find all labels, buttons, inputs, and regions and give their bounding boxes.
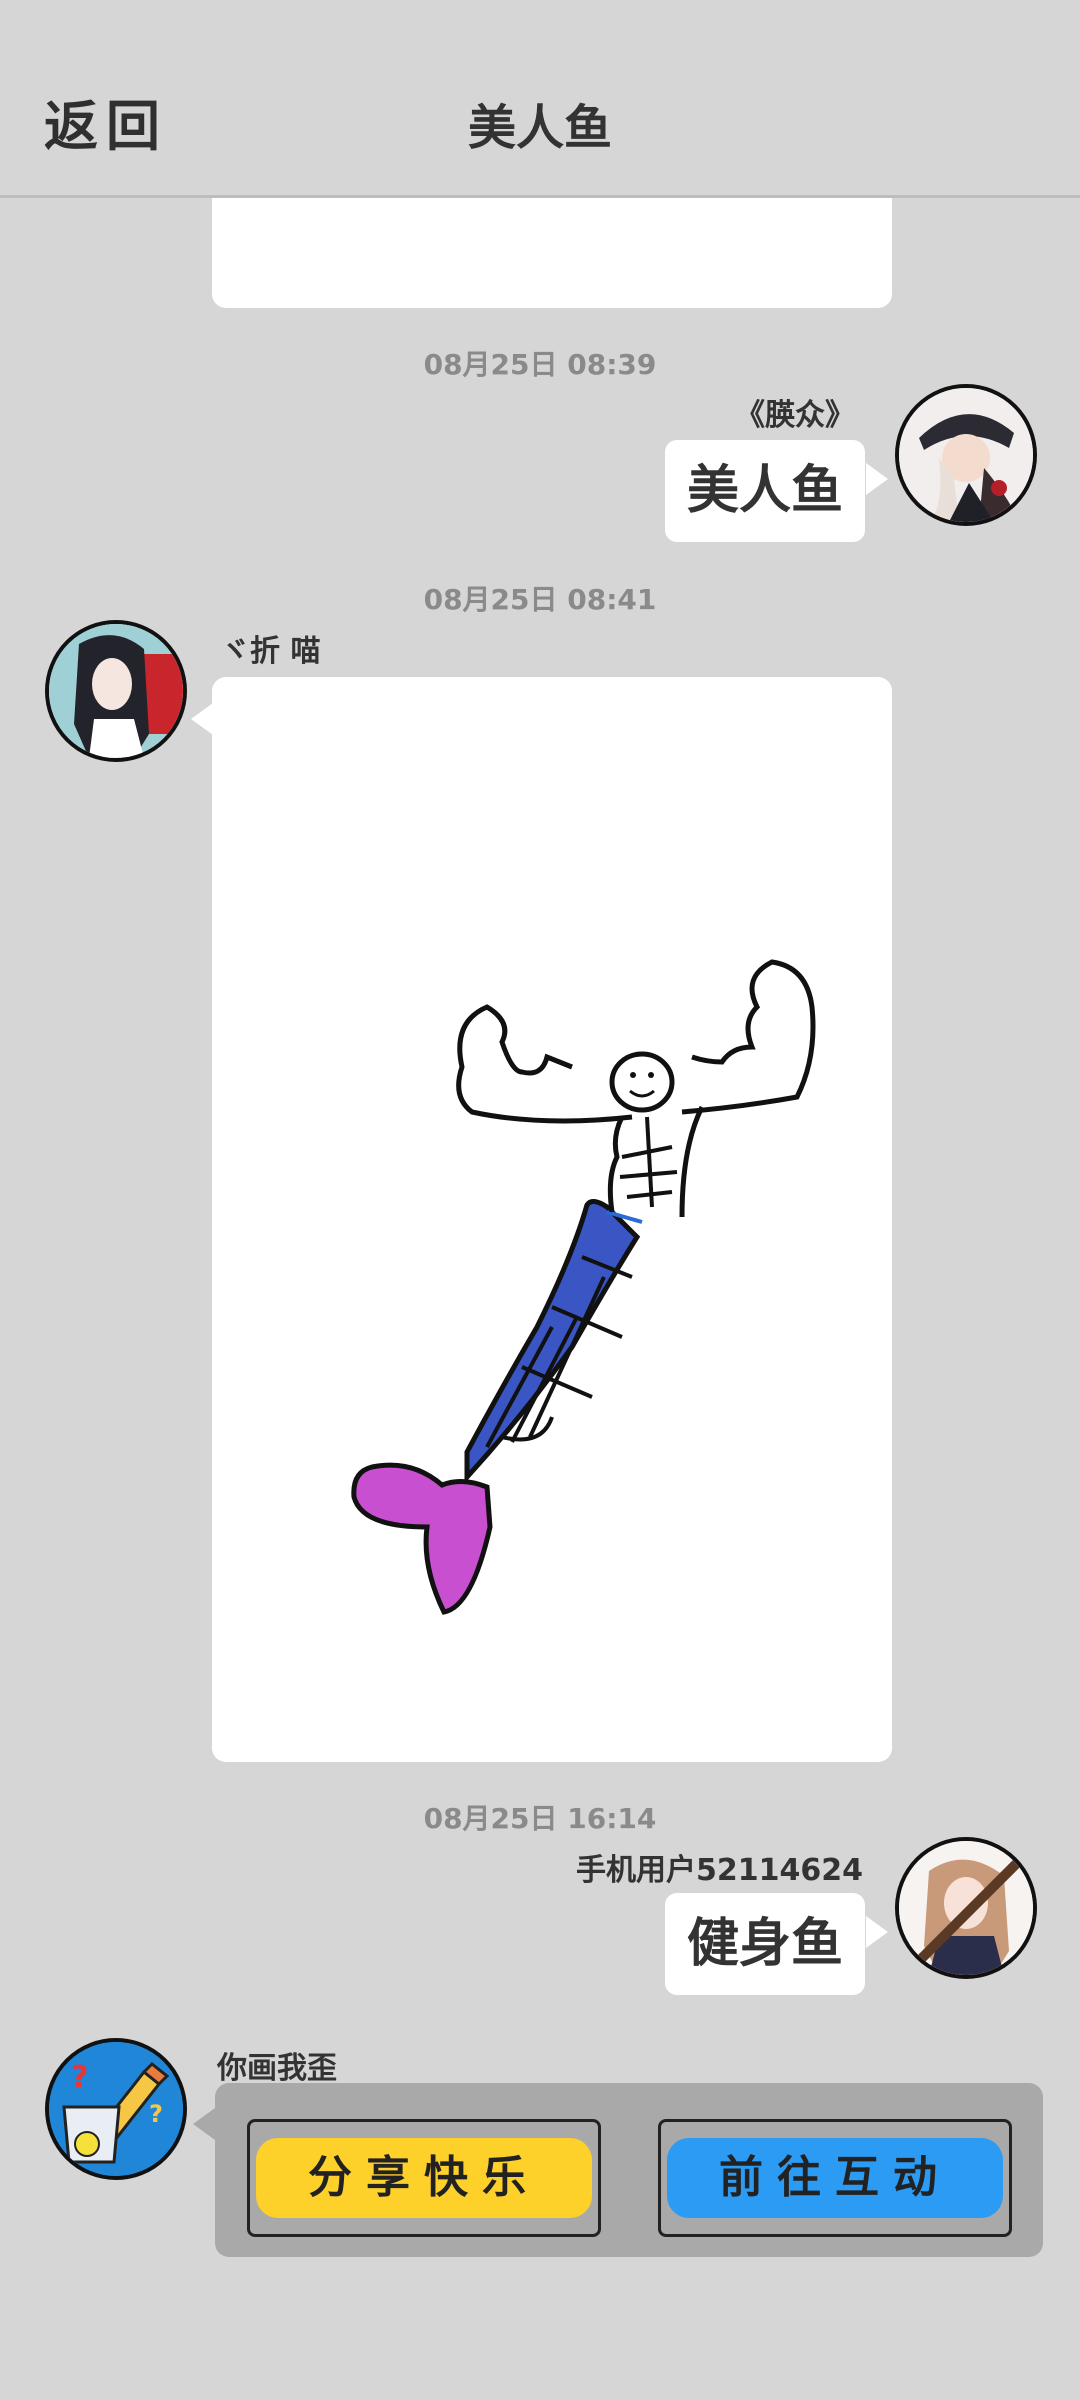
user-avatar[interactable]: [45, 620, 187, 762]
avatar-image-icon: [899, 388, 1033, 522]
share-button[interactable]: 分享快乐: [247, 2119, 601, 2237]
interact-button-label: 前往互动: [719, 2152, 951, 2203]
top-bar: 返回 美人鱼: [0, 0, 1080, 198]
sender-name: ヾ折 喵: [220, 634, 321, 669]
user-avatar[interactable]: [895, 1837, 1037, 1979]
bubble-tail: [866, 1916, 888, 1948]
message-timestamp: 08月25日 08:39: [423, 348, 657, 381]
message-timestamp: 08月25日 08:41: [423, 583, 657, 616]
sender-name: 手机用户52114624: [576, 1853, 863, 1888]
bot-name: 你画我歪: [217, 2051, 337, 2086]
svg-text:?: ?: [71, 2060, 88, 2095]
share-button-label: 分享快乐: [308, 2152, 540, 2203]
game-action-panel: 分享快乐 前往互动: [215, 2083, 1043, 2257]
sender-name: 《朠众》: [735, 398, 855, 433]
drawing-image-message[interactable]: [212, 677, 892, 1762]
text-message[interactable]: 健身鱼: [665, 1893, 865, 1995]
go-interact-button[interactable]: 前往互动: [658, 2119, 1012, 2237]
avatar-image-icon: [49, 624, 183, 758]
page-title: 美人鱼: [467, 100, 612, 156]
bubble-tail: [193, 2108, 215, 2140]
mermaid-drawing-icon: [351, 959, 816, 1615]
text-message[interactable]: 美人鱼: [665, 440, 865, 542]
bubble-tail: [191, 703, 213, 735]
pencil-game-icon: ? ?: [49, 2042, 183, 2176]
svg-text:?: ?: [149, 2100, 163, 2128]
user-avatar[interactable]: [895, 384, 1037, 526]
message-timestamp: 08月25日 16:14: [423, 1802, 657, 1835]
bot-avatar[interactable]: ? ?: [45, 2038, 187, 2180]
bubble-tail: [866, 463, 888, 495]
avatar-image-icon: [899, 1841, 1033, 1975]
